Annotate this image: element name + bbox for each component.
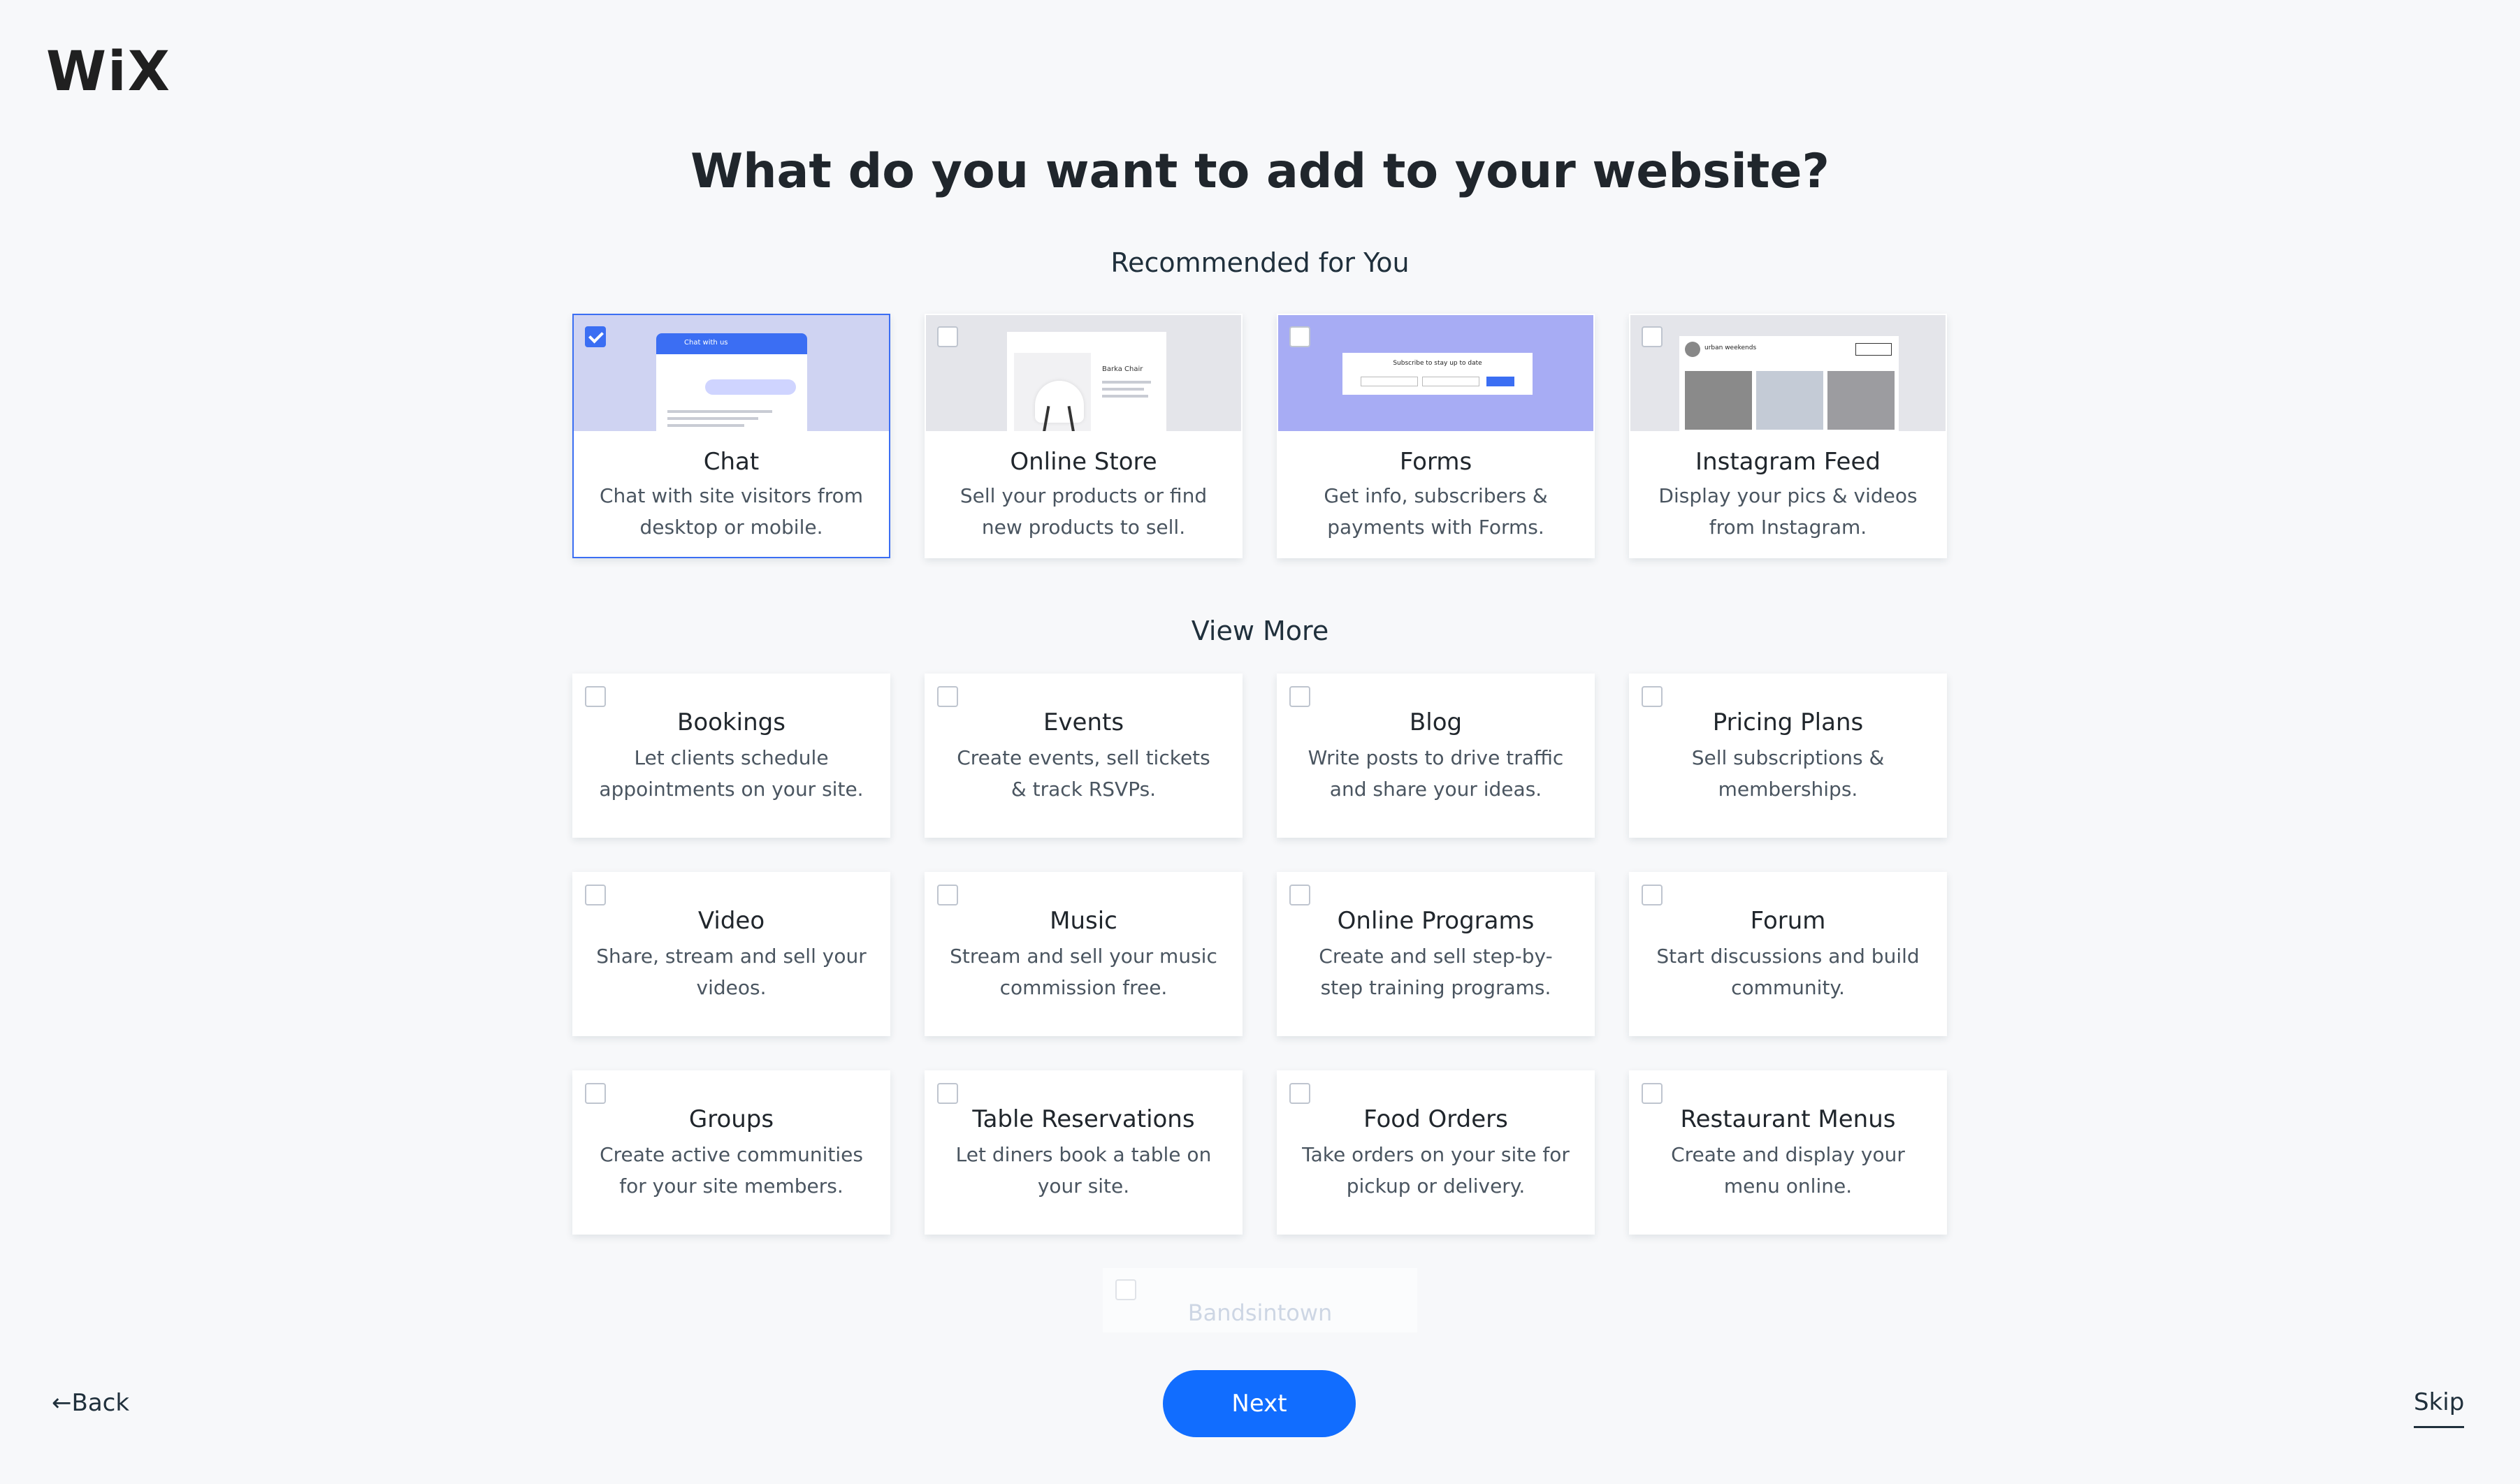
app-card-video[interactable]: Video Share, stream and sell your videos… bbox=[572, 872, 890, 1036]
app-card-pricing-plans[interactable]: Pricing Plans Sell subscriptions & membe… bbox=[1629, 674, 1947, 838]
checkbox-groups[interactable] bbox=[585, 1083, 606, 1104]
card-title: Pricing Plans bbox=[1712, 708, 1864, 736]
recommended-heading: Recommended for You bbox=[1110, 247, 1410, 278]
store-thumbnail: Barka Chair bbox=[926, 315, 1241, 431]
card-title: Music bbox=[1050, 907, 1117, 935]
view-more-grid: Bookings Let clients schedule appointmen… bbox=[572, 674, 1947, 1235]
checkbox-pricing-plans[interactable] bbox=[1642, 686, 1663, 707]
card-title: Forms bbox=[1399, 448, 1472, 476]
checkbox-events[interactable] bbox=[937, 686, 958, 707]
card-title: Food Orders bbox=[1363, 1105, 1508, 1133]
view-more-heading: View More bbox=[1191, 616, 1329, 646]
checkbox-forum[interactable] bbox=[1642, 885, 1663, 905]
app-card-music[interactable]: Music Stream and sell your music commiss… bbox=[925, 872, 1243, 1036]
bandsintown-title: Bandsintown bbox=[1187, 1300, 1333, 1326]
instagram-thumbnail: urban weekends bbox=[1630, 315, 1946, 431]
app-card-blog[interactable]: Blog Write posts to drive traffic and sh… bbox=[1277, 674, 1595, 838]
card-title: Forum bbox=[1750, 907, 1826, 935]
checkbox-restaurant-menus[interactable] bbox=[1642, 1083, 1663, 1104]
checkbox-video[interactable] bbox=[585, 885, 606, 905]
card-title: Instagram Feed bbox=[1695, 448, 1881, 476]
chat-thumb-text: Chat with us bbox=[684, 339, 728, 347]
checkbox-table-reservations[interactable] bbox=[937, 1083, 958, 1104]
card-description: Create and sell step-by-step training pr… bbox=[1319, 945, 1553, 999]
next-button[interactable]: Next bbox=[1163, 1370, 1356, 1437]
app-card-forum[interactable]: Forum Start discussions and build commun… bbox=[1629, 872, 1947, 1036]
forms-thumb-text: Subscribe to stay up to date bbox=[1393, 360, 1482, 367]
card-description: Stream and sell your music commission fr… bbox=[950, 945, 1217, 999]
app-card-restaurant-menus[interactable]: Restaurant Menus Create and display your… bbox=[1629, 1070, 1947, 1235]
back-link[interactable]: ←Back bbox=[52, 1389, 129, 1417]
checkbox-instagram-feed[interactable] bbox=[1642, 326, 1663, 347]
card-description: Create active communities for your site … bbox=[600, 1143, 863, 1198]
card-title: Video bbox=[697, 907, 765, 935]
app-card-forms[interactable]: Subscribe to stay up to date Forms Get i… bbox=[1277, 314, 1595, 558]
app-card-bookings[interactable]: Bookings Let clients schedule appointmen… bbox=[572, 674, 890, 838]
card-description: Create events, sell tickets & track RSVP… bbox=[957, 746, 1210, 801]
card-description: Sell your products or find new products … bbox=[960, 484, 1208, 539]
card-title: Bookings bbox=[677, 708, 785, 736]
checkbox-bandsintown[interactable] bbox=[1115, 1279, 1136, 1300]
recommended-grid: Chat with us Chat Chat with site visitor… bbox=[572, 314, 1947, 558]
instagram-thumb-text: urban weekends bbox=[1704, 344, 1757, 351]
checkbox-chat[interactable] bbox=[585, 326, 606, 347]
page-title: What do you want to add to your website? bbox=[690, 144, 1830, 199]
card-title: Chat bbox=[703, 448, 760, 476]
forms-thumbnail: Subscribe to stay up to date bbox=[1278, 315, 1593, 431]
skip-link[interactable]: Skip bbox=[2414, 1388, 2465, 1428]
checkbox-bookings[interactable] bbox=[585, 686, 606, 707]
card-description: Let clients schedule appointments on you… bbox=[599, 746, 864, 801]
card-description: Display your pics & videos from Instagra… bbox=[1658, 484, 1918, 539]
card-title: Online Programs bbox=[1337, 907, 1535, 935]
card-description: Share, stream and sell your videos. bbox=[596, 945, 867, 999]
card-description: Start discussions and build community. bbox=[1656, 945, 1920, 999]
card-title: Groups bbox=[688, 1105, 774, 1133]
card-description: Let diners book a table on your site. bbox=[955, 1143, 1212, 1198]
app-card-online-store[interactable]: Barka Chair Online Store Sell your produ… bbox=[925, 314, 1243, 558]
wix-logo: WiX bbox=[46, 41, 171, 103]
store-thumb-text: Barka Chair bbox=[1102, 365, 1143, 373]
card-description: Create and display your menu online. bbox=[1671, 1143, 1905, 1198]
app-card-chat[interactable]: Chat with us Chat Chat with site visitor… bbox=[572, 314, 890, 558]
app-card-online-programs[interactable]: Online Programs Create and sell step-by-… bbox=[1277, 872, 1595, 1036]
app-card-events[interactable]: Events Create events, sell tickets & tra… bbox=[925, 674, 1243, 838]
card-description: Sell subscriptions & memberships. bbox=[1691, 746, 1885, 801]
checkbox-forms[interactable] bbox=[1289, 326, 1310, 347]
card-title: Restaurant Menus bbox=[1680, 1105, 1896, 1133]
app-card-instagram-feed[interactable]: urban weekends Instagram Feed Display yo… bbox=[1629, 314, 1947, 558]
card-description: Chat with site visitors from desktop or … bbox=[599, 484, 864, 539]
checkbox-online-programs[interactable] bbox=[1289, 885, 1310, 905]
checkbox-blog[interactable] bbox=[1289, 686, 1310, 707]
card-title: Online Store bbox=[1010, 448, 1157, 476]
app-card-table-reservations[interactable]: Table Reservations Let diners book a tab… bbox=[925, 1070, 1243, 1235]
card-title: Table Reservations bbox=[972, 1105, 1195, 1133]
app-card-groups[interactable]: Groups Create active communities for you… bbox=[572, 1070, 890, 1235]
checkbox-food-orders[interactable] bbox=[1289, 1083, 1310, 1104]
checkbox-online-store[interactable] bbox=[937, 326, 958, 347]
card-description: Get info, subscribers & payments with Fo… bbox=[1324, 484, 1548, 539]
app-card-food-orders[interactable]: Food Orders Take orders on your site for… bbox=[1277, 1070, 1595, 1235]
card-title: Blog bbox=[1409, 708, 1463, 736]
card-description: Take orders on your site for pickup or d… bbox=[1302, 1143, 1570, 1198]
checkbox-music[interactable] bbox=[937, 885, 958, 905]
chat-thumbnail: Chat with us bbox=[574, 315, 889, 431]
card-title: Events bbox=[1043, 708, 1124, 736]
card-description: Write posts to drive traffic and share y… bbox=[1308, 746, 1564, 801]
